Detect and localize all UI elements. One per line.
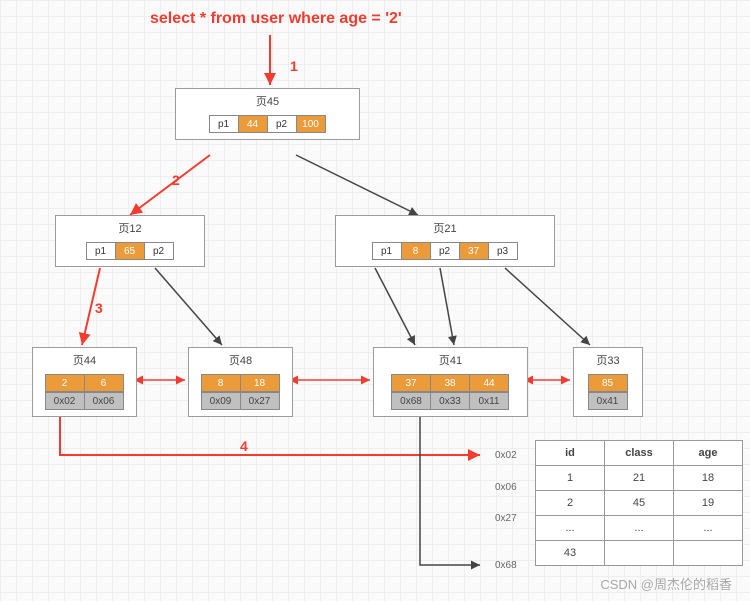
addr: 0x41 — [588, 392, 628, 410]
data-table: id class age 1 21 18 2 45 19 ... ... ...… — [535, 440, 743, 566]
addr-label: 0x68 — [495, 560, 517, 571]
key: 37 — [459, 242, 489, 260]
addr: 0x06 — [84, 392, 124, 410]
key: 85 — [588, 374, 628, 392]
node-page12: 页12 p1 65 p2 — [55, 215, 205, 267]
node-page45: 页45 p1 44 p2 100 — [175, 88, 360, 140]
ptr: p1 — [372, 242, 402, 260]
node-page41: 页41 37 38 44 0x68 0x33 0x11 — [373, 347, 528, 417]
node-page21: 页21 p1 8 p2 37 p3 — [335, 215, 555, 267]
addr: 0x09 — [201, 392, 241, 410]
node-title: 页48 — [189, 348, 292, 370]
table-row: ... ... ... — [536, 516, 743, 541]
ptr: p3 — [488, 242, 518, 260]
key: 8 — [401, 242, 431, 260]
addr: 0x27 — [240, 392, 280, 410]
ptr: p2 — [430, 242, 460, 260]
addr: 0x11 — [469, 392, 509, 410]
step-2: 2 — [172, 172, 180, 188]
key: 44 — [238, 115, 268, 133]
watermark: CSDN @周杰伦的稻香 — [600, 574, 732, 593]
node-title: 页45 — [176, 89, 359, 111]
addr: 0x33 — [430, 392, 470, 410]
node-title: 页41 — [374, 348, 527, 370]
node-title: 页33 — [574, 348, 642, 370]
ptr: p2 — [144, 242, 174, 260]
diagram-canvas: select * from user where age = '2' 1 2 3… — [0, 0, 750, 601]
sql-text: select * from user where age = '2' — [150, 10, 402, 28]
node-page33: 页33 85 0x41 — [573, 347, 643, 417]
node-page44: 页44 2 6 0x02 0x06 — [32, 347, 137, 417]
ptr: p1 — [209, 115, 239, 133]
step-4: 4 — [240, 438, 248, 454]
ptr: p2 — [267, 115, 297, 133]
node-title: 页44 — [33, 348, 136, 370]
col-age: age — [674, 441, 743, 466]
addr: 0x68 — [391, 392, 431, 410]
table-row: 43 — [536, 541, 743, 566]
key: 18 — [240, 374, 280, 392]
col-id: id — [536, 441, 605, 466]
key: 100 — [296, 115, 326, 133]
key: 65 — [115, 242, 145, 260]
table-header-row: id class age — [536, 441, 743, 466]
key: 6 — [84, 374, 124, 392]
addr-label: 0x06 — [495, 482, 517, 493]
node-title: 页21 — [336, 216, 554, 238]
key: 8 — [201, 374, 241, 392]
node-page48: 页48 8 18 0x09 0x27 — [188, 347, 293, 417]
table-row: 2 45 19 — [536, 491, 743, 516]
ptr: p1 — [86, 242, 116, 260]
key: 2 — [45, 374, 85, 392]
node-title: 页12 — [56, 216, 204, 238]
col-class: class — [605, 441, 674, 466]
key: 37 — [391, 374, 431, 392]
step-1: 1 — [290, 58, 298, 74]
addr-label: 0x27 — [495, 513, 517, 524]
key: 38 — [430, 374, 470, 392]
addr-label: 0x02 — [495, 450, 517, 461]
key: 44 — [469, 374, 509, 392]
table-row: 1 21 18 — [536, 466, 743, 491]
addr: 0x02 — [45, 392, 85, 410]
step-3: 3 — [95, 300, 103, 316]
